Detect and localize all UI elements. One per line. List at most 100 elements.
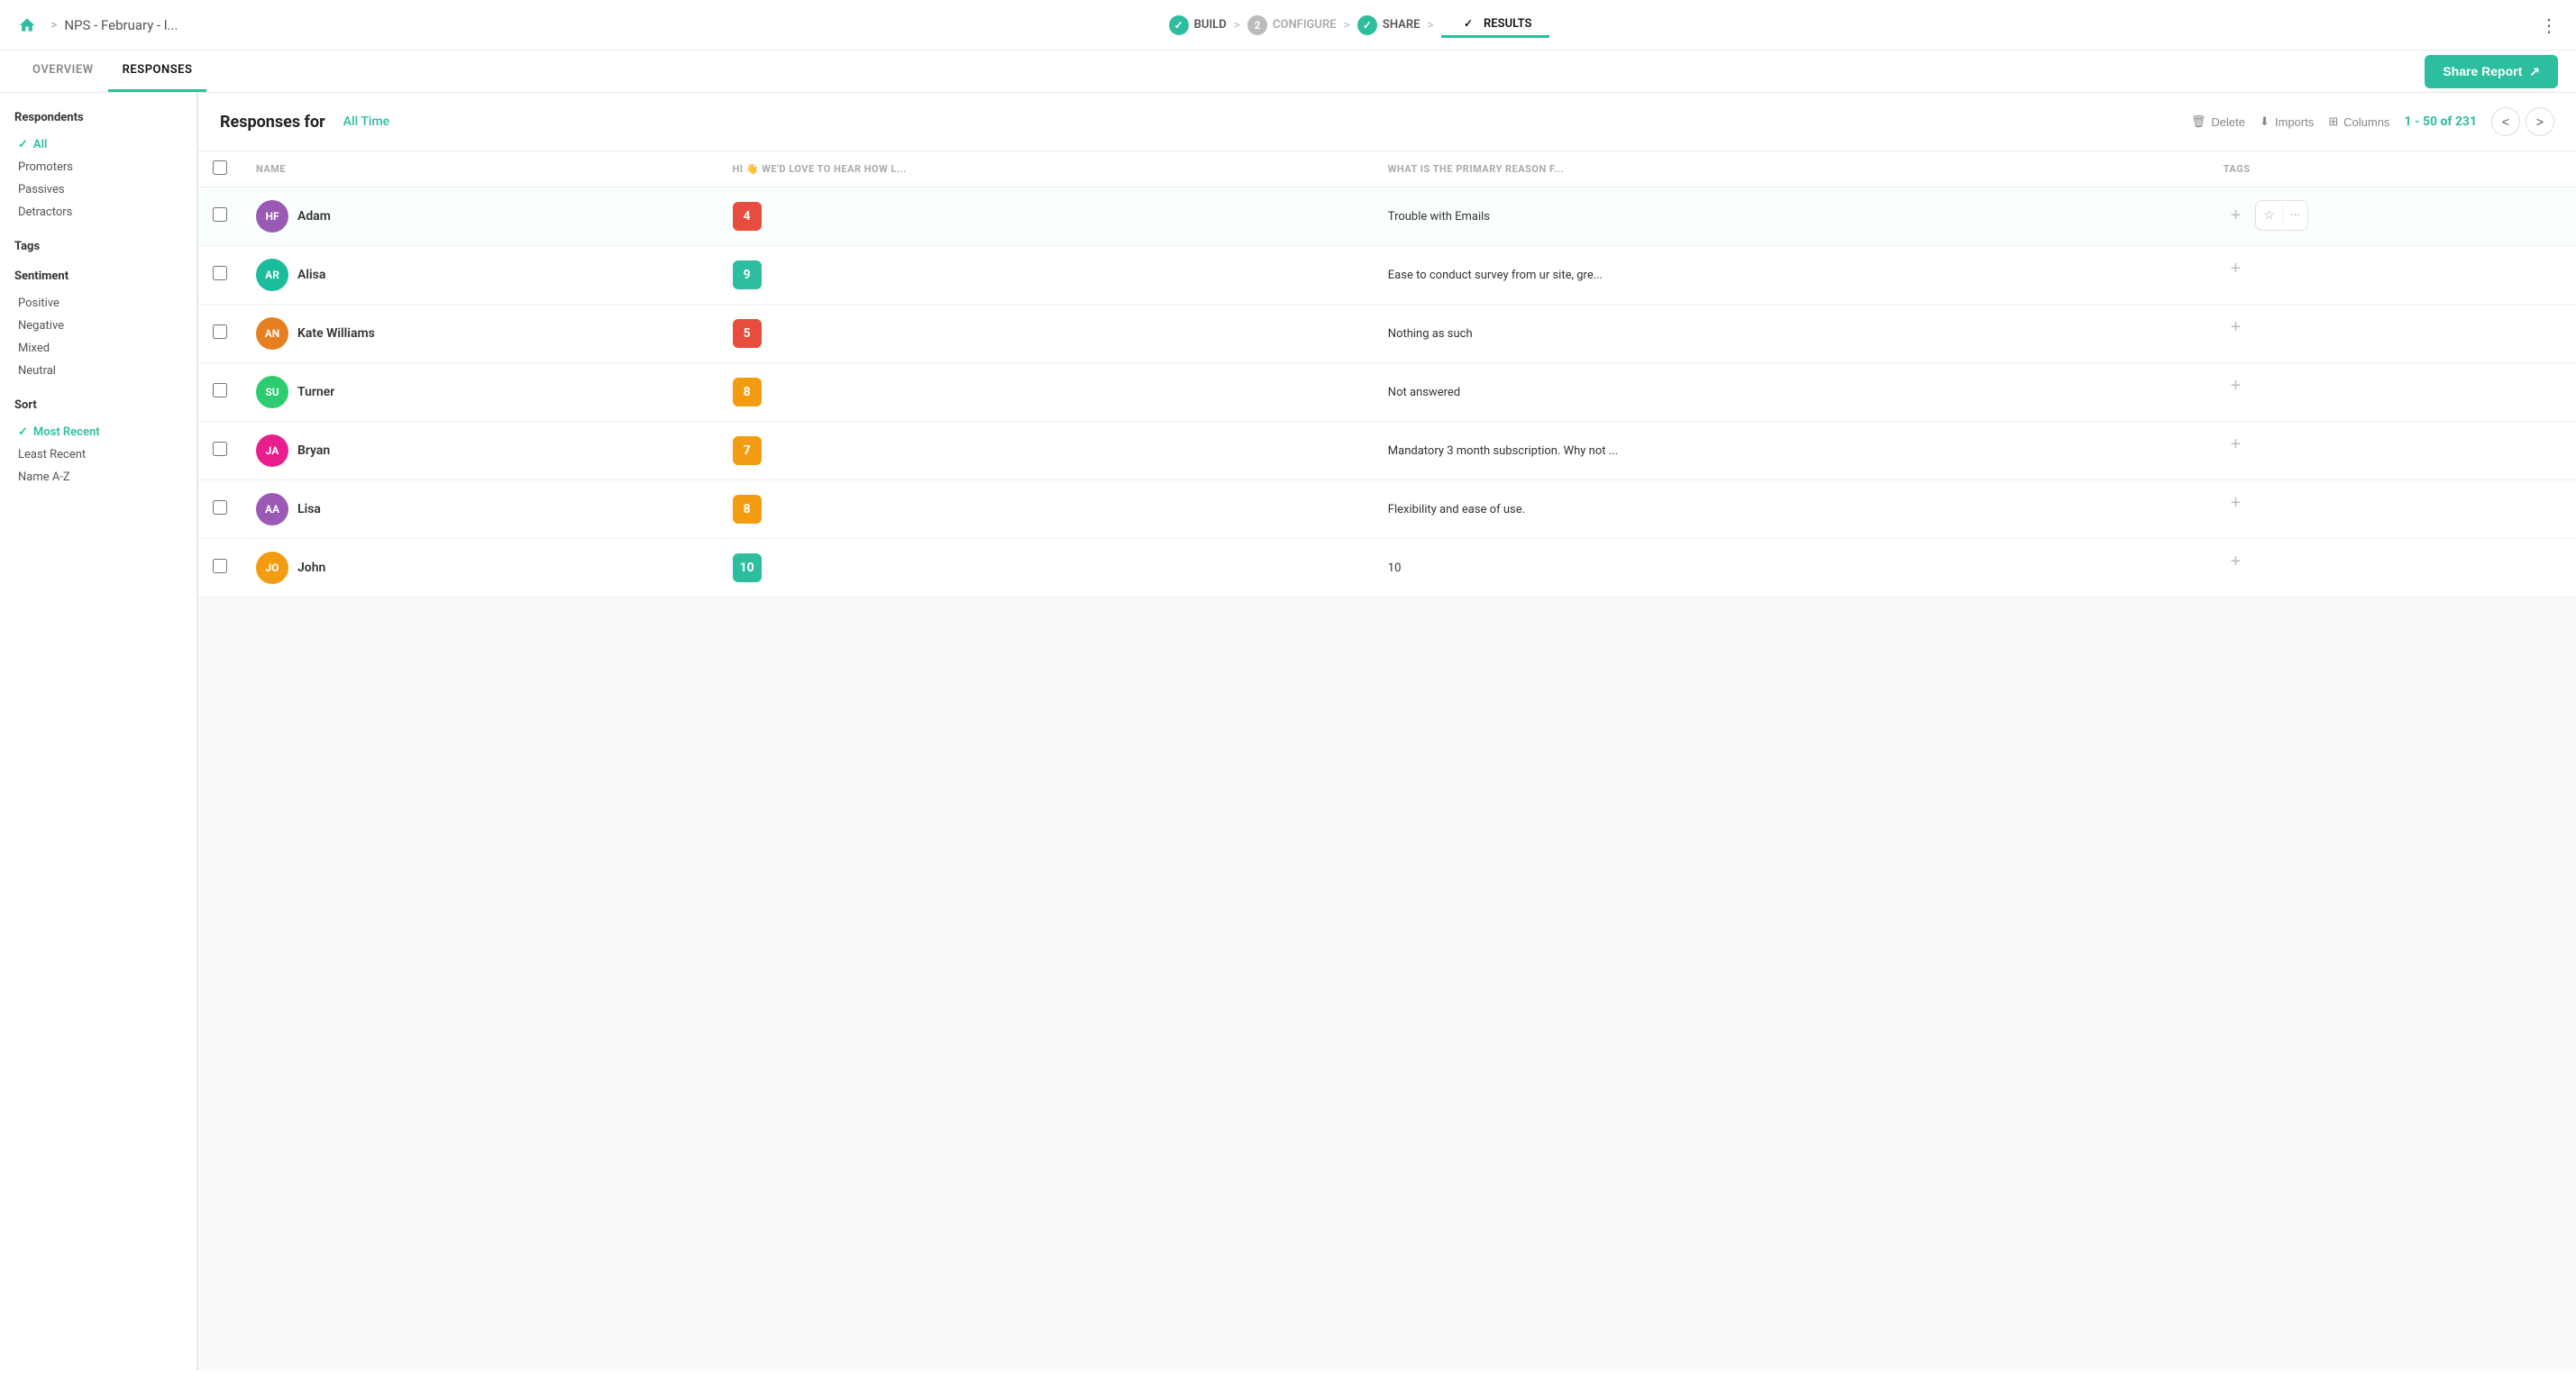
next-page-button[interactable]: >: [2526, 107, 2554, 136]
share-report-label: Share Report: [2443, 64, 2522, 78]
wizard-step-results[interactable]: ✓ RESULTS: [1458, 14, 1531, 33]
add-tag-button[interactable]: +: [2224, 552, 2249, 572]
pagination-range: 1 - 50 of: [2404, 114, 2452, 129]
row-checkbox[interactable]: [213, 207, 227, 222]
reason-text: Trouble with Emails: [1388, 210, 1490, 224]
row-tags-cell: +: [2209, 480, 2576, 526]
delete-button[interactable]: 🗑 Delete: [2191, 114, 2245, 129]
row-checkbox[interactable]: [213, 559, 227, 573]
wizard-step-build[interactable]: ✓ BUILD: [1169, 15, 1227, 35]
sidebar-item-negative[interactable]: Negative: [14, 315, 182, 337]
imports-label: Imports: [2275, 115, 2314, 129]
sidebar-item-name-az[interactable]: Name A-Z: [14, 466, 182, 489]
breadcrumb-title: NPS - February - l...: [64, 17, 178, 33]
header-question1: HI 👋 WE'D LOVE TO HEAR HOW L...: [718, 151, 1374, 187]
header-question2: WHAT IS THE PRIMARY REASON F...: [1374, 151, 2209, 187]
row-checkbox-cell: [198, 480, 242, 539]
row-reason-cell: Flexibility and ease of use.: [1374, 480, 2209, 539]
prev-page-button[interactable]: <: [2491, 107, 2520, 136]
row-checkbox[interactable]: [213, 266, 227, 280]
pagination-buttons: < >: [2491, 107, 2554, 136]
score-badge: 8: [733, 495, 762, 524]
pagination-total: 231: [2455, 114, 2477, 129]
delete-label: Delete: [2211, 115, 2245, 129]
row-checkbox[interactable]: [213, 500, 227, 515]
wizard-step-configure[interactable]: 2 CONFIGURE: [1247, 15, 1337, 35]
add-tag-button[interactable]: +: [2224, 317, 2249, 338]
sidebar-item-mixed[interactable]: Mixed: [14, 337, 182, 360]
home-icon[interactable]: [18, 16, 36, 34]
respondent-name: Turner: [297, 385, 334, 399]
row-checkbox-cell: [198, 305, 242, 363]
sidebar-item-positive[interactable]: Positive: [14, 292, 182, 315]
arrow-1: >: [1234, 18, 1240, 32]
share-report-button[interactable]: Share Report ↗: [2425, 55, 2558, 88]
respondent-name: Bryan: [297, 443, 330, 458]
wizard-step-share[interactable]: ✓ SHARE: [1357, 15, 1420, 35]
row-score-cell: 8: [718, 480, 1374, 539]
add-tag-button[interactable]: +: [2224, 493, 2249, 514]
sort-section-title: Sort: [14, 398, 182, 412]
all-time-filter[interactable]: All Time: [343, 114, 389, 129]
add-tag-button[interactable]: +: [2224, 434, 2249, 455]
sidebar: Respondents ✓ All Promoters Passives Det…: [0, 93, 198, 1371]
pagination-info: 1 - 50 of 231: [2404, 114, 2477, 129]
respondent-name: John: [297, 561, 325, 575]
build-label: BUILD: [1194, 18, 1227, 32]
row-score-cell: 4: [718, 187, 1374, 246]
check-icon-most-recent: ✓: [18, 425, 28, 439]
results-label: RESULTS: [1484, 17, 1531, 31]
tab-responses[interactable]: RESPONSES: [108, 50, 207, 92]
row-checkbox[interactable]: [213, 442, 227, 456]
reason-text: Ease to conduct survey from ur site, gre…: [1388, 269, 1603, 282]
star-icon[interactable]: ☆: [2263, 208, 2275, 223]
score-badge: 7: [733, 436, 762, 465]
responses-table: NAME HI 👋 WE'D LOVE TO HEAR HOW L... WHA…: [198, 151, 2576, 598]
columns-button[interactable]: ⊞ Columns: [2328, 114, 2389, 129]
share-report-icon: ↗: [2529, 64, 2540, 79]
respondents-section-title: Respondents: [14, 111, 182, 124]
row-name-cell: AN Kate Williams: [242, 305, 718, 363]
sidebar-item-passives[interactable]: Passives: [14, 178, 182, 201]
row-checkbox[interactable]: [213, 324, 227, 339]
imports-button[interactable]: ⬇ Imports: [2260, 114, 2314, 129]
score-badge: 4: [733, 202, 762, 231]
respondent-name: Alisa: [297, 268, 325, 282]
reason-text: 10: [1388, 562, 1402, 575]
row-name-cell: JO John: [242, 539, 718, 598]
sidebar-item-passives-label: Passives: [18, 183, 65, 196]
row-score-cell: 10: [718, 539, 1374, 598]
avatar: AN: [256, 317, 288, 350]
select-all-checkbox[interactable]: [213, 160, 227, 175]
reason-text: Not answered: [1388, 386, 1460, 399]
sidebar-item-neutral[interactable]: Neutral: [14, 360, 182, 382]
row-checkbox-cell: [198, 422, 242, 480]
breadcrumb-separator: >: [50, 18, 57, 32]
sidebar-item-promoters[interactable]: Promoters: [14, 156, 182, 178]
more-options-icon[interactable]: ⋮: [2540, 14, 2558, 36]
add-tag-button[interactable]: +: [2224, 259, 2249, 279]
add-tag-button[interactable]: +: [2224, 205, 2249, 226]
row-name-cell: AA Lisa: [242, 480, 718, 539]
build-check-icon: ✓: [1169, 15, 1189, 35]
more-icon[interactable]: ···: [2290, 208, 2300, 223]
columns-label: Columns: [2343, 115, 2389, 129]
table-row: AN Kate Williams 5 Nothing as such +: [198, 305, 2576, 363]
responses-header: Responses for All Time 🗑 Delete ⬇ Import…: [198, 93, 2576, 151]
row-checkbox-cell: [198, 539, 242, 598]
row-name-cell: HF Adam: [242, 187, 718, 246]
row-tags-cell: + ☆ ···: [2209, 187, 2576, 243]
tab-overview[interactable]: OVERVIEW: [18, 50, 108, 92]
row-score-cell: 7: [718, 422, 1374, 480]
table-row: JO John 10 10 +: [198, 539, 2576, 598]
header-tags: TAGS: [2209, 151, 2576, 187]
sidebar-item-least-recent[interactable]: Least Recent: [14, 443, 182, 466]
sidebar-item-detractors[interactable]: Detractors: [14, 201, 182, 224]
sidebar-item-most-recent[interactable]: ✓ Most Recent: [14, 421, 182, 443]
row-tags-cell: +: [2209, 246, 2576, 292]
row-checkbox-cell: [198, 187, 242, 246]
row-checkbox[interactable]: [213, 383, 227, 397]
row-tags-cell: +: [2209, 422, 2576, 468]
sidebar-item-all[interactable]: ✓ All: [14, 133, 182, 156]
add-tag-button[interactable]: +: [2224, 376, 2249, 397]
